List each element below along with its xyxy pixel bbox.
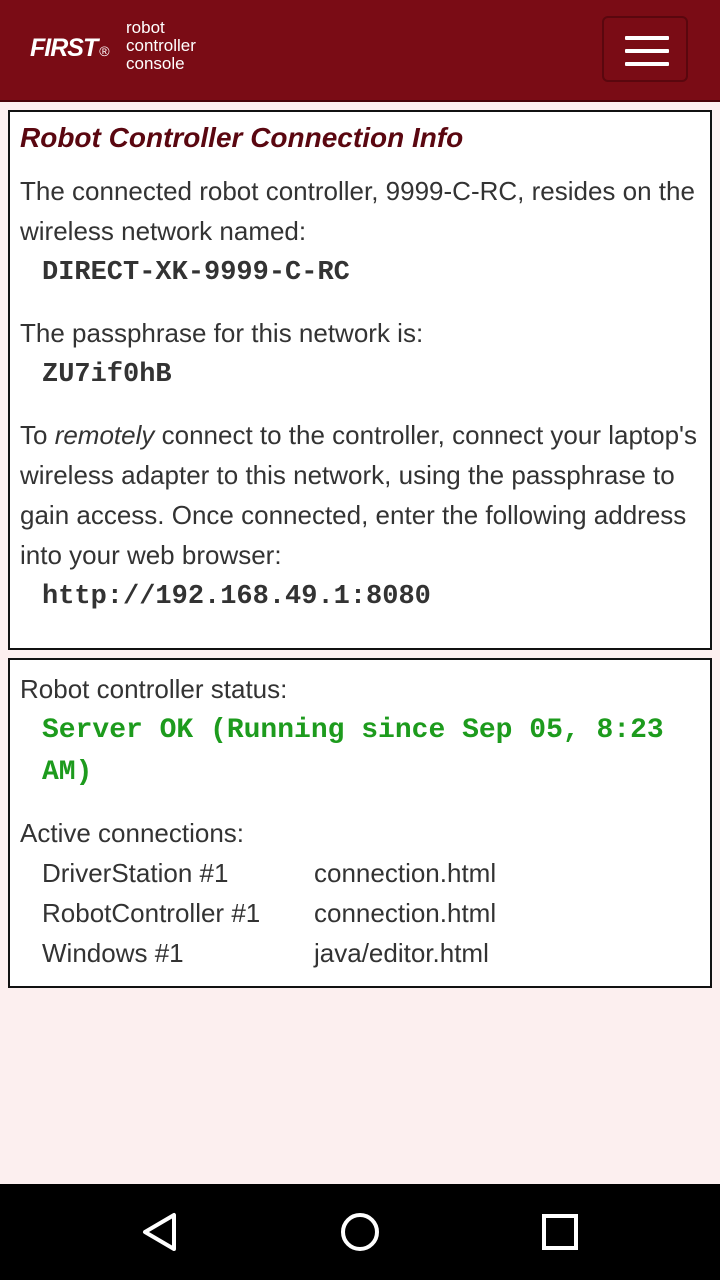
back-icon[interactable]: [138, 1210, 182, 1254]
server-status-value: Server OK (Running since Sep 05, 8:23 AM…: [42, 715, 664, 788]
remote-instructions-text: To remotely connect to the controller, c…: [20, 415, 702, 575]
remote-emphasis: remotely: [54, 420, 155, 450]
home-icon[interactable]: [338, 1210, 382, 1254]
connection-info-panel: Robot Controller Connection Info The con…: [8, 110, 712, 650]
passphrase-value: ZU7if0hB: [42, 360, 172, 390]
controller-address-value: http://192.168.49.1:8080: [42, 582, 431, 612]
first-logo: FIRST ®: [30, 34, 110, 63]
connection-client: RobotController #1: [42, 898, 261, 928]
connection-client: DriverStation #1: [42, 858, 229, 888]
status-panel: Robot controller status: Server OK (Runn…: [8, 658, 712, 988]
status-label: Robot controller status:: [20, 674, 288, 704]
remote-prefix: To: [20, 420, 55, 450]
passphrase-label: The passphrase for this network is:: [20, 318, 424, 348]
connection-page: java/editor.html: [314, 938, 489, 968]
connection-page: connection.html: [314, 898, 497, 928]
panel-title: Robot Controller Connection Info: [20, 122, 464, 153]
menu-button[interactable]: [602, 16, 688, 82]
network-intro-text: The connected robot controller, 9999-C-R…: [20, 176, 695, 246]
logo-caption-line: console: [126, 54, 185, 73]
connection-page: connection.html: [314, 858, 497, 888]
logo-caption: robot controller console: [126, 19, 196, 73]
logo-first-text: FIRST: [30, 34, 98, 62]
recents-icon[interactable]: [538, 1210, 582, 1254]
network-name-value: DIRECT-XK-9999-C-RC: [42, 258, 350, 288]
connection-client: Windows #1: [42, 938, 184, 968]
logo-caption-line: controller: [126, 36, 196, 55]
active-connections-label: Active connections:: [20, 818, 245, 848]
system-nav-bar: [0, 1184, 720, 1280]
app-header: FIRST ® robot controller console: [0, 0, 720, 102]
logo-caption-line: robot: [126, 18, 165, 37]
logo-registered-mark: ®: [99, 43, 109, 59]
